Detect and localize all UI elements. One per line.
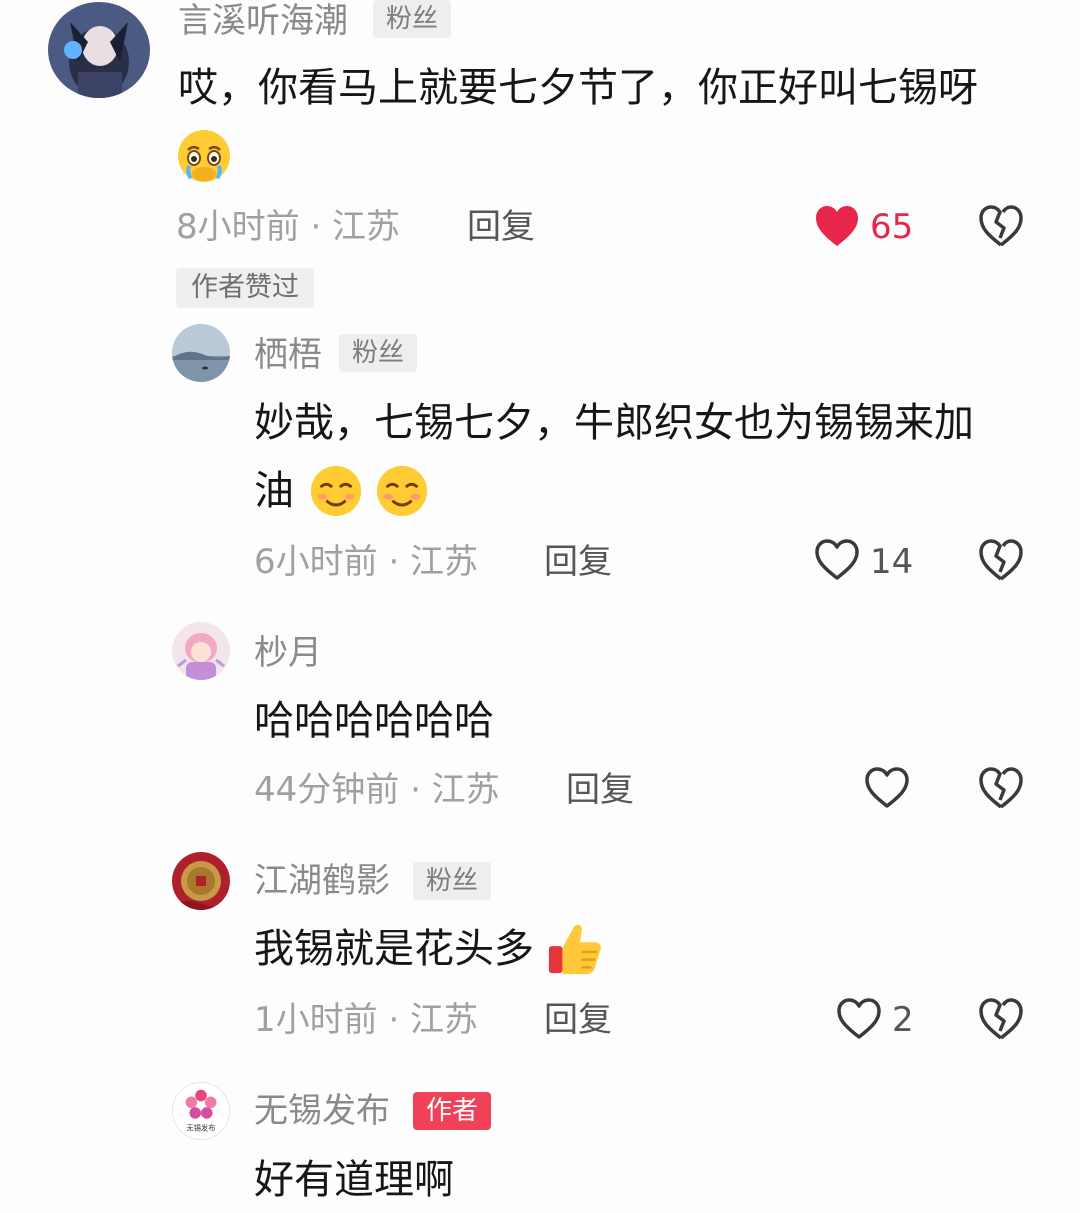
heart-outline-icon[interactable] <box>836 997 882 1041</box>
reply-button[interactable]: 回复 <box>544 545 612 579</box>
smiling-face-emoji <box>375 464 429 518</box>
comment-time-location: 6小时前 · 江苏 <box>254 542 479 582</box>
avatar[interactable] <box>172 324 230 382</box>
reply-button[interactable]: 回复 <box>544 1003 612 1037</box>
heart-outline-icon[interactable] <box>814 538 860 582</box>
like-count: 14 <box>870 542 914 582</box>
username[interactable]: 栖梧 <box>254 338 322 372</box>
like-count: 2 <box>892 1000 914 1040</box>
comment-line: 哈哈哈哈哈哈 <box>254 698 494 744</box>
comment-text: 妙哉，七锡七夕，牛郎织女也为锡锡来加 <box>254 403 974 443</box>
username[interactable]: 杪月 <box>254 636 322 670</box>
fan-badge: 粉丝 <box>413 862 491 900</box>
broken-heart-icon[interactable] <box>978 766 1024 810</box>
crying-face-emoji <box>176 128 232 184</box>
avatar[interactable]: 无锡发布 <box>172 1082 230 1140</box>
reply-button[interactable]: 回复 <box>566 773 634 807</box>
comment-line: 我锡就是花头多 <box>254 926 534 972</box>
smiling-face-emoji <box>309 464 363 518</box>
broken-heart-icon[interactable] <box>978 538 1024 582</box>
comment-text: 我锡就是花头多 <box>254 921 603 979</box>
comment-text: 好有道理啊 <box>254 1160 454 1200</box>
like-count: 65 <box>870 207 914 247</box>
broken-heart-icon[interactable] <box>978 997 1024 1041</box>
avatar[interactable] <box>172 852 230 910</box>
comment-text-line2: 油 <box>254 464 429 520</box>
comment-line: 油 <box>254 468 294 514</box>
avatar[interactable] <box>48 2 150 98</box>
comment-line: 哎，你看马上就要七夕节了，你正好叫七锡呀 <box>178 65 978 111</box>
comment-time-location: 8小时前 · 江苏 <box>176 207 401 247</box>
username[interactable]: 言溪听海潮 <box>178 4 348 38</box>
broken-heart-icon[interactable] <box>978 204 1024 248</box>
fan-badge: 粉丝 <box>373 0 451 38</box>
comment-text: 哎，你看马上就要七夕节了，你正好叫七锡呀 <box>178 68 978 108</box>
fan-badge: 粉丝 <box>339 334 417 372</box>
comment-line: 好有道理啊 <box>254 1157 454 1203</box>
comment-time-location: 44分钟前 · 江苏 <box>254 770 500 810</box>
heart-outline-icon[interactable] <box>864 766 910 810</box>
comment-line: 妙哉，七锡七夕，牛郎织女也为锡锡来加 <box>254 400 974 446</box>
reply-button[interactable]: 回复 <box>467 210 535 244</box>
heart-filled-icon[interactable] <box>814 204 860 248</box>
username[interactable]: 江湖鹤影 <box>254 864 390 898</box>
author-badge: 作者 <box>413 1092 491 1130</box>
comment-time-location: 1小时前 · 江苏 <box>254 1000 479 1040</box>
thumbs-up-emoji <box>547 921 603 977</box>
avatar-logo-text: 无锡发布 <box>187 1123 216 1132</box>
author-liked-tag: 作者赞过 <box>176 268 314 308</box>
avatar[interactable] <box>172 622 230 680</box>
username[interactable]: 无锡发布 <box>254 1094 390 1128</box>
comment-text: 哈哈哈哈哈哈 <box>254 701 494 741</box>
